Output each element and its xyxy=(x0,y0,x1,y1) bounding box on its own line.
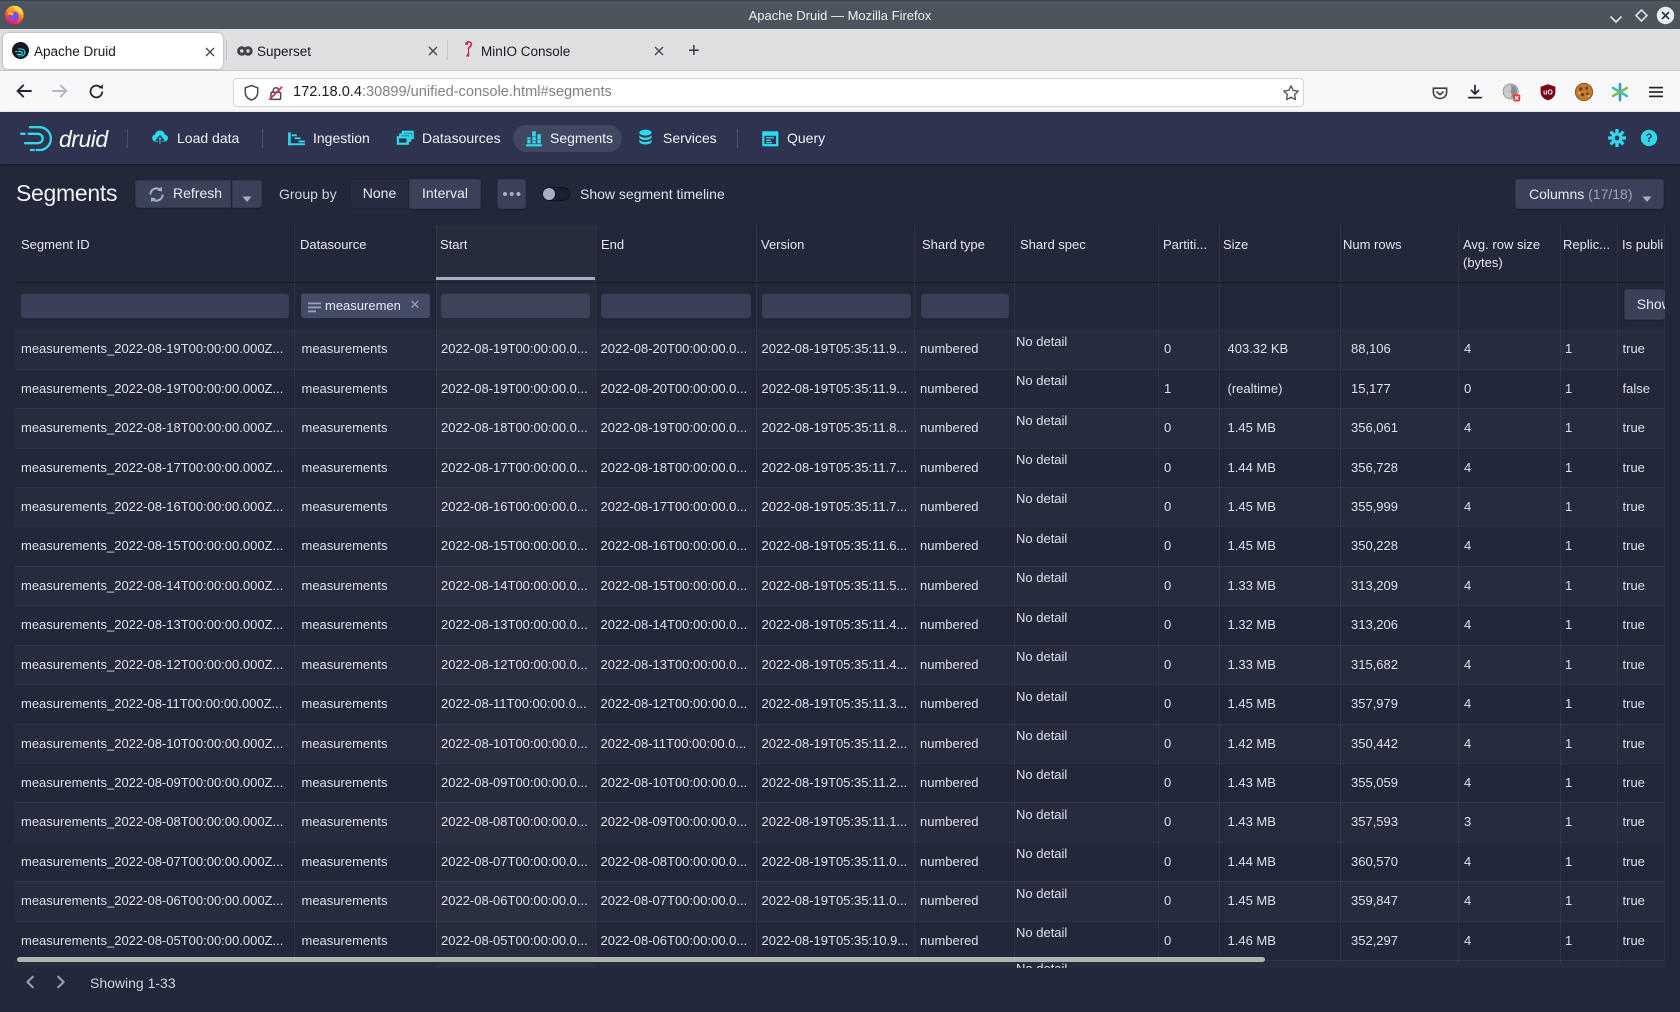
svg-text:?: ? xyxy=(1645,133,1652,145)
svg-text:uO: uO xyxy=(1543,90,1553,97)
